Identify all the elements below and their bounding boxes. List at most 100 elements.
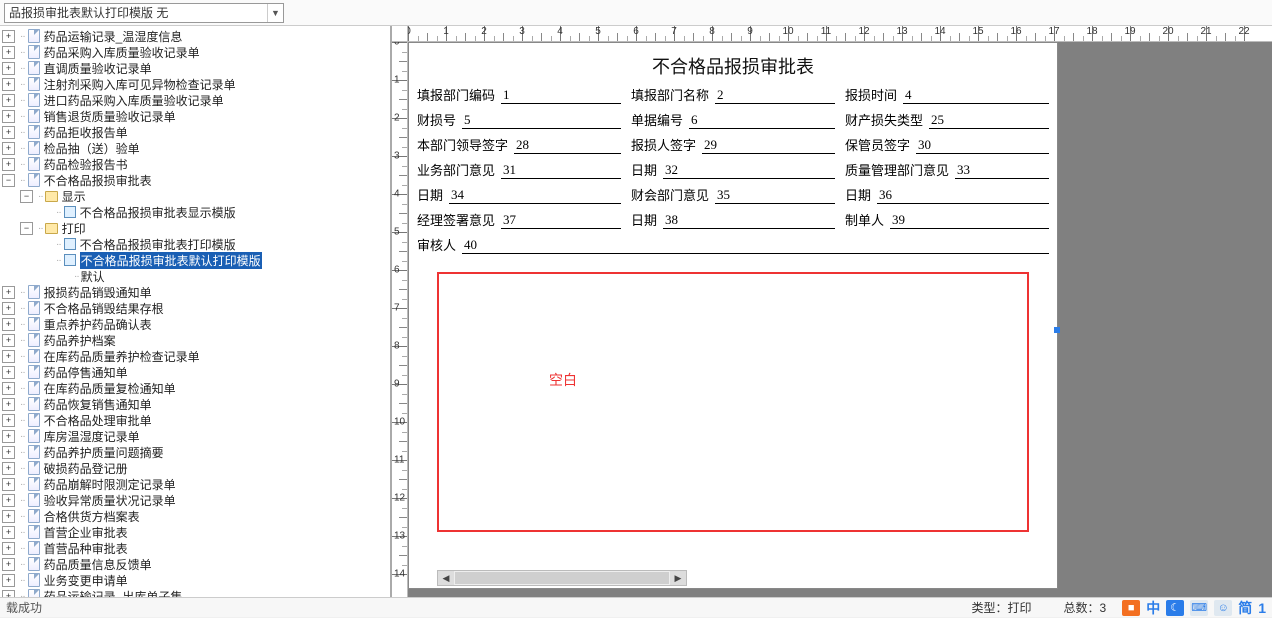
form-field[interactable]: 填报部门编码1 <box>417 85 621 104</box>
form-field[interactable]: 财会部门意见35 <box>631 185 835 204</box>
field-value[interactable]: 34 <box>449 187 621 204</box>
expand-icon[interactable]: + <box>2 414 15 427</box>
expand-icon[interactable]: + <box>2 78 15 91</box>
tree-item[interactable]: ··不合格品报损审批表默认打印模版 <box>0 252 390 268</box>
field-value[interactable]: 40 <box>462 237 1049 254</box>
form-field[interactable]: 质量管理部门意见33 <box>845 160 1049 179</box>
tree-item[interactable]: +··药品拒收报告单 <box>0 124 390 140</box>
tree-item[interactable]: +··药品检验报告书 <box>0 156 390 172</box>
tree-item[interactable]: +··破损药品登记册 <box>0 460 390 476</box>
tree-item[interactable]: +··药品运输记录_出库单子集 <box>0 588 390 597</box>
tree-item[interactable]: +··注射剂采购入库可见异物检查记录单 <box>0 76 390 92</box>
ime-icon[interactable]: ■ <box>1122 600 1140 616</box>
selection-handle[interactable] <box>1054 327 1060 333</box>
blank-region[interactable]: 空白 <box>437 272 1029 532</box>
expand-icon[interactable]: + <box>2 446 15 459</box>
field-value[interactable]: 29 <box>702 137 835 154</box>
collapse-icon[interactable]: − <box>20 222 33 235</box>
form-field[interactable]: 日期34 <box>417 185 621 204</box>
field-value[interactable]: 6 <box>689 112 835 129</box>
form-field[interactable]: 本部门领导签字28 <box>417 135 621 154</box>
form-field[interactable]: 财损号5 <box>417 110 621 129</box>
field-value[interactable]: 2 <box>715 87 835 104</box>
collapse-icon[interactable]: − <box>20 190 33 203</box>
expand-icon[interactable]: + <box>2 542 15 555</box>
form-field[interactable]: 保管员签字30 <box>845 135 1049 154</box>
tree-item[interactable]: +··进口药品采购入库质量验收记录单 <box>0 92 390 108</box>
form-field[interactable]: 审核人40 <box>417 235 1049 254</box>
designer-surface[interactable]: 012345678910111213141516171819202122 012… <box>392 26 1272 597</box>
form-field[interactable]: 报损时间4 <box>845 85 1049 104</box>
expand-icon[interactable]: + <box>2 366 15 379</box>
tree-item[interactable]: +··药品养护质量问题摘要 <box>0 444 390 460</box>
keyboard-icon[interactable]: ⌨ <box>1190 600 1208 616</box>
tree-item[interactable]: ··不合格品报损审批表显示模版 <box>0 204 390 220</box>
field-value[interactable]: 32 <box>663 162 835 179</box>
person-icon[interactable]: ☺ <box>1214 600 1232 616</box>
expand-icon[interactable]: + <box>2 510 15 523</box>
form-field[interactable]: 经理签署意见37 <box>417 210 621 229</box>
scroll-thumb[interactable] <box>455 572 669 584</box>
form-field[interactable]: 制单人39 <box>845 210 1049 229</box>
tree-item[interactable]: +··检品抽（送）验单 <box>0 140 390 156</box>
moon-icon[interactable]: ☾ <box>1166 600 1184 616</box>
expand-icon[interactable]: + <box>2 286 15 299</box>
tree-item[interactable]: +··在库药品质量养护检查记录单 <box>0 348 390 364</box>
template-combo[interactable]: 品报损审批表默认打印模版 无 ▼ <box>4 3 284 23</box>
expand-icon[interactable]: + <box>2 462 15 475</box>
expand-icon[interactable]: + <box>2 334 15 347</box>
tree-item[interactable]: +··药品质量信息反馈单 <box>0 556 390 572</box>
tree-item[interactable]: −··显示 <box>0 188 390 204</box>
form-field[interactable]: 业务部门意见31 <box>417 160 621 179</box>
tree-item[interactable]: +··不合格品处理审批单 <box>0 412 390 428</box>
tree-item[interactable]: +··首营企业审批表 <box>0 524 390 540</box>
form-field[interactable]: 填报部门名称2 <box>631 85 835 104</box>
tree-item[interactable]: +··药品采购入库质量验收记录单 <box>0 44 390 60</box>
tree-item[interactable]: +··药品养护档案 <box>0 332 390 348</box>
tree-item[interactable]: +··药品恢复销售通知单 <box>0 396 390 412</box>
form-field[interactable]: 财产损失类型25 <box>845 110 1049 129</box>
field-value[interactable]: 31 <box>501 162 621 179</box>
tree-item[interactable]: +··直调质量验收记录单 <box>0 60 390 76</box>
form-field[interactable]: 报损人签字29 <box>631 135 835 154</box>
expand-icon[interactable]: + <box>2 126 15 139</box>
form-field[interactable]: 单据编号6 <box>631 110 835 129</box>
tree-item[interactable]: +··重点养护药品确认表 <box>0 316 390 332</box>
tree-item[interactable]: +··药品崩解时限测定记录单 <box>0 476 390 492</box>
tree-item[interactable]: +··首营品种审批表 <box>0 540 390 556</box>
expand-icon[interactable]: + <box>2 110 15 123</box>
expand-icon[interactable]: + <box>2 350 15 363</box>
expand-icon[interactable]: + <box>2 590 15 598</box>
expand-icon[interactable]: + <box>2 158 15 171</box>
expand-icon[interactable]: + <box>2 558 15 571</box>
form-field[interactable]: 日期38 <box>631 210 835 229</box>
tree-item[interactable]: +··业务变更申请单 <box>0 572 390 588</box>
tree-item[interactable]: −··打印 <box>0 220 390 236</box>
field-value[interactable]: 4 <box>903 87 1049 104</box>
field-value[interactable]: 1 <box>501 87 621 104</box>
expand-icon[interactable]: + <box>2 382 15 395</box>
field-value[interactable]: 33 <box>955 162 1049 179</box>
field-value[interactable]: 35 <box>715 187 835 204</box>
field-value[interactable]: 30 <box>916 137 1049 154</box>
report-page[interactable]: 不合格品报损审批表 填报部门编码1填报部门名称2报损时间4财损号5单据编号6财产… <box>408 42 1058 589</box>
tree-item[interactable]: +··在库药品质量复检通知单 <box>0 380 390 396</box>
expand-icon[interactable]: + <box>2 478 15 491</box>
tree-item[interactable]: +··库房温湿度记录单 <box>0 428 390 444</box>
tree-item[interactable]: +··合格供货方档案表 <box>0 508 390 524</box>
field-value[interactable]: 36 <box>877 187 1049 204</box>
ime-bar[interactable]: ■ 中 ☾ ⌨ ☺ 简 1 <box>1122 598 1266 618</box>
expand-icon[interactable]: + <box>2 318 15 331</box>
expand-icon[interactable]: + <box>2 142 15 155</box>
tree-item[interactable]: ··默认 <box>0 268 390 284</box>
expand-icon[interactable]: + <box>2 526 15 539</box>
form-field[interactable]: 日期36 <box>845 185 1049 204</box>
tree-item[interactable]: +··药品停售通知单 <box>0 364 390 380</box>
tree-item[interactable]: +··药品运输记录_温湿度信息 <box>0 28 390 44</box>
scroll-right-icon[interactable]: ▶ <box>670 571 686 585</box>
expand-icon[interactable]: + <box>2 430 15 443</box>
tree-pane[interactable]: +··药品运输记录_温湿度信息+··药品采购入库质量验收记录单+··直调质量验收… <box>0 26 392 597</box>
scroll-left-icon[interactable]: ◀ <box>438 571 454 585</box>
expand-icon[interactable]: + <box>2 494 15 507</box>
field-value[interactable]: 38 <box>663 212 835 229</box>
